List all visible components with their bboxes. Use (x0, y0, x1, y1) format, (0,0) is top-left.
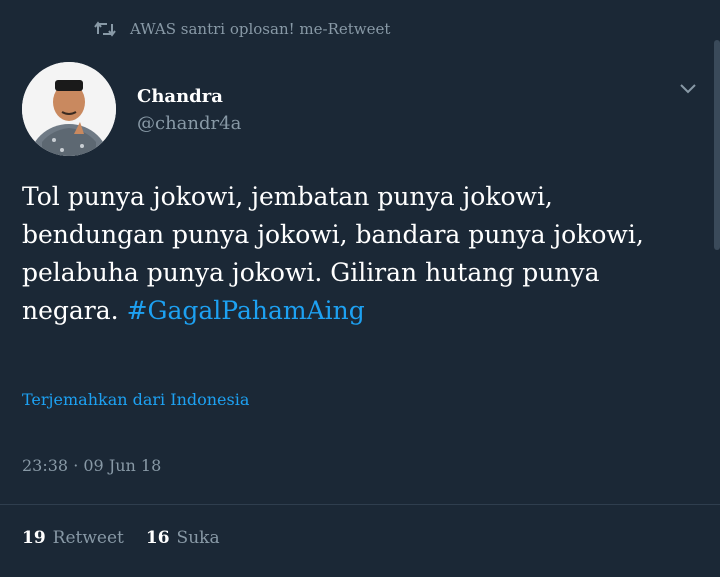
author-handle[interactable]: @chandr4a (137, 113, 241, 134)
likes-label[interactable]: Suka (177, 528, 220, 548)
divider (0, 504, 720, 505)
tweet-stats: 19 Retweet 16 Suka (22, 528, 242, 548)
retweets-count[interactable]: 19 (22, 528, 46, 548)
retweet-context-text: AWAS santri oplosan! me-Retweet (130, 20, 391, 38)
tweet-timestamp[interactable]: 23:38 · 09 Jun 18 (22, 456, 161, 475)
retweet-icon (94, 19, 116, 39)
tweet-detail-page: AWAS santri oplosan! me-Retweet Chandra … (0, 0, 720, 577)
retweets-label[interactable]: Retweet (53, 528, 124, 548)
avatar[interactable] (22, 62, 116, 156)
chevron-down-icon[interactable] (676, 78, 700, 98)
author-name[interactable]: Chandra (137, 86, 223, 107)
likes-count[interactable]: 16 (146, 528, 170, 548)
scrollbar[interactable] (714, 40, 720, 250)
tweet-text: Tol punya jokowi, jembatan punya jokowi,… (22, 178, 682, 330)
translate-link[interactable]: Terjemahkan dari Indonesia (22, 390, 249, 409)
retweet-context[interactable]: AWAS santri oplosan! me-Retweet (94, 19, 390, 39)
hashtag-link[interactable]: #GagalPahamAing (127, 296, 365, 325)
